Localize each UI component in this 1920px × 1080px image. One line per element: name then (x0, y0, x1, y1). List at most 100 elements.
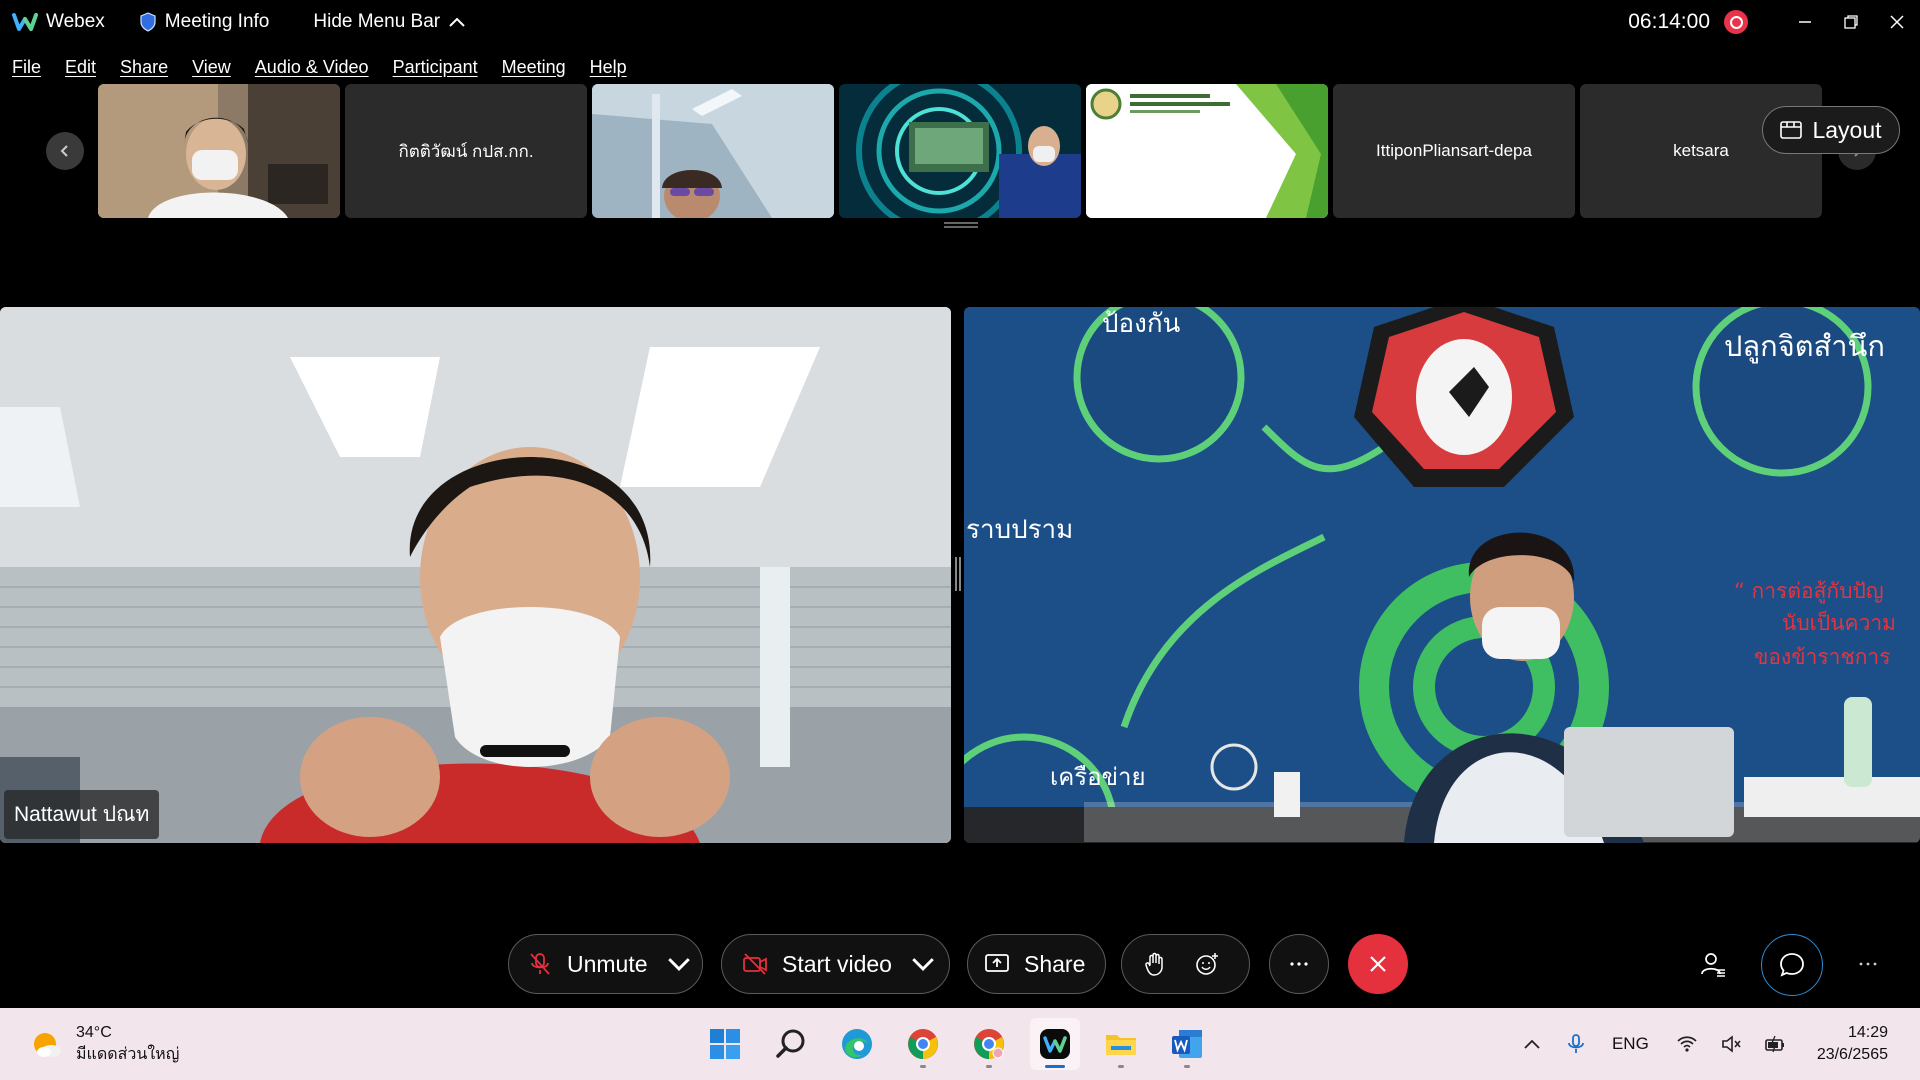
meeting-timer: 06:14:00 (1628, 10, 1710, 33)
participant-video-feed (0, 307, 951, 843)
minimize-button[interactable] (1782, 0, 1828, 44)
filmstrip-resize-handle[interactable] (944, 222, 978, 228)
menu-bar: File Edit Share View Audio & Video Parti… (0, 50, 639, 84)
chevron-down-icon[interactable] (666, 951, 692, 977)
taskbar-start-button[interactable] (700, 1018, 750, 1070)
microphone-icon (1568, 1034, 1584, 1053)
chat-bubble-icon (1780, 953, 1804, 977)
weather-sun-icon (34, 1033, 61, 1057)
volume-muted-icon (1722, 1035, 1741, 1053)
participant-name: ketsara (1673, 141, 1729, 160)
leave-meeting-button[interactable] (1348, 934, 1408, 994)
hide-menu-bar-button[interactable]: Hide Menu Bar (313, 11, 466, 33)
participant-name: IttiponPliansart-depa (1376, 141, 1532, 160)
chrome-browser-icon (908, 1029, 938, 1059)
layout-grid-icon (1780, 121, 1803, 139)
participants-icon (1701, 953, 1725, 977)
participant-name: กิตติวัฒน์ กปส.กก. (398, 141, 534, 161)
hide-menu-bar-label: Hide Menu Bar (313, 11, 441, 32)
chrome-browser-icon (974, 1029, 1004, 1059)
layout-button[interactable]: Layout (1762, 106, 1900, 154)
taskbar-search-button[interactable] (766, 1018, 816, 1070)
filmstrip-prev-button[interactable] (46, 132, 84, 170)
participant-tile-4[interactable] (839, 84, 1081, 218)
menu-edit[interactable]: Edit (65, 57, 96, 78)
webex-app-icon (1040, 1029, 1070, 1059)
input-language[interactable]: ENG (1612, 1034, 1649, 1054)
participants-button[interactable] (1683, 934, 1743, 994)
reactions-group (1121, 934, 1250, 994)
participant-video-thumbnail (839, 84, 1081, 218)
start-video-button[interactable]: Start video (721, 934, 950, 994)
webex-app-title: Webex (12, 11, 105, 33)
battery-charging-icon (1765, 1035, 1784, 1053)
taskbar-webex[interactable] (1030, 1018, 1080, 1070)
meeting-info-button[interactable]: Meeting Info (139, 11, 269, 33)
menu-file[interactable]: File (12, 57, 41, 78)
tray-microphone[interactable] (1558, 1026, 1594, 1062)
weather-widget[interactable]: 34°C มีแดดส่วนใหญ่ (30, 1022, 179, 1066)
shield-icon (140, 12, 156, 32)
participant-tile-3[interactable] (592, 84, 834, 218)
menu-audio-video[interactable]: Audio & Video (255, 57, 369, 78)
menu-view[interactable]: View (192, 57, 231, 78)
participant-tile-2[interactable]: กิตติวัฒน์ กปส.กก. (345, 84, 587, 218)
taskbar-word[interactable] (1162, 1018, 1212, 1070)
taskbar-file-explorer[interactable] (1096, 1018, 1146, 1070)
participant-filmstrip: กิตติวัฒน์ กปส.กก. IttiponPliansart-depa… (0, 84, 1920, 228)
raise-hand-icon[interactable] (1142, 951, 1168, 977)
more-horizontal-icon (1859, 962, 1877, 966)
layout-label: Layout (1812, 116, 1882, 143)
restore-button[interactable] (1828, 0, 1874, 44)
participant-video-thumbnail (592, 84, 834, 218)
tray-overflow-button[interactable] (1514, 1026, 1550, 1062)
share-screen-icon (985, 954, 1009, 972)
tray-volume[interactable] (1713, 1026, 1749, 1062)
share-button[interactable]: Share (967, 934, 1106, 994)
tray-wifi[interactable] (1669, 1026, 1705, 1062)
menu-participant[interactable]: Participant (393, 57, 478, 78)
folder-icon (1106, 1035, 1136, 1055)
weather-description: มีแดดส่วนใหญ่ (76, 1046, 180, 1063)
poster-heading-left: ราบปราม (966, 515, 1074, 545)
camera-off-icon (743, 953, 767, 975)
chat-button[interactable] (1761, 934, 1823, 996)
tray-battery[interactable] (1757, 1026, 1793, 1062)
main-video-left[interactable]: Nattawut ปณท (0, 307, 951, 843)
participant-name-tag: Nattawut ปณท (4, 790, 160, 839)
main-video-right[interactable]: ป้องกัน ปลูกจิตสำนึก ราบปราม เครือข่าย “… (964, 307, 1920, 843)
poster-red-text-3: ของข้าราชการ (1754, 645, 1891, 669)
participant-tile-6[interactable]: IttiponPliansart-depa (1333, 84, 1575, 218)
start-video-label: Start video (782, 950, 892, 977)
taskbar-chrome-profile[interactable] (964, 1018, 1014, 1070)
menu-help[interactable]: Help (590, 57, 627, 78)
poster-heading-right: ปลูกจิตสำนึก (1724, 329, 1885, 363)
restore-icon (1844, 15, 1858, 29)
unmute-label: Unmute (567, 950, 648, 977)
system-clock[interactable]: 14:29 23/6/2565 (1817, 1022, 1888, 1066)
recording-indicator-icon[interactable] (1724, 10, 1748, 34)
system-date: 23/6/2565 (1816, 1046, 1888, 1063)
close-window-button[interactable] (1874, 0, 1920, 44)
taskbar-edge[interactable] (832, 1018, 882, 1070)
wifi-icon (1677, 1036, 1697, 1052)
taskbar-chrome[interactable] (898, 1018, 948, 1070)
shared-slide-thumbnail (1086, 84, 1328, 218)
menu-share[interactable]: Share (120, 57, 168, 78)
video-split-handle[interactable] (955, 557, 961, 591)
chevron-left-icon (60, 145, 68, 157)
participant-tile-5[interactable] (1086, 84, 1328, 218)
participant-tile-1[interactable] (98, 84, 340, 218)
unmute-button[interactable]: Unmute (508, 934, 703, 994)
more-options-button[interactable] (1269, 934, 1329, 994)
poster-heading-top: ป้องกัน (1102, 309, 1181, 339)
reaction-emoji-icon[interactable] (1194, 951, 1220, 977)
chevron-down-icon[interactable] (910, 951, 936, 977)
word-app-icon (1172, 1030, 1202, 1058)
windows-taskbar: 34°C มีแดดส่วนใหญ่ ENG 14:29 23/6/2565 (0, 1008, 1920, 1080)
search-icon (776, 1029, 805, 1058)
title-bar: Webex Meeting Info Hide Menu Bar 06:14:0… (0, 0, 1920, 44)
close-icon (1890, 15, 1904, 29)
menu-meeting[interactable]: Meeting (502, 57, 566, 78)
more-panels-button[interactable] (1838, 934, 1898, 994)
